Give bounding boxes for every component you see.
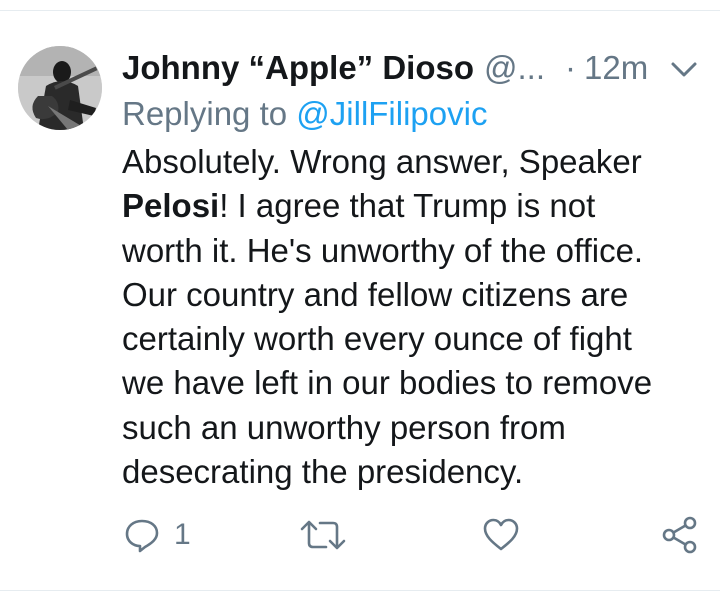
tweet-text-line: we have left in our bodies to remove <box>122 364 653 402</box>
tweet-text: Absolutely. Wrong answer, Speaker Pelosi… <box>122 140 712 494</box>
reply-count: 1 <box>174 518 191 551</box>
retweet-button[interactable] <box>300 510 346 560</box>
share-icon <box>662 516 697 554</box>
tweet-text-line: Our country and fellow citizens are <box>122 275 629 313</box>
replying-mention-link[interactable]: @JillFilipovic <box>296 95 487 132</box>
avatar-photo <box>18 46 102 130</box>
like-icon <box>483 518 519 551</box>
top-divider <box>0 10 720 11</box>
tweet-text-line: certainly worth every ounce of fight <box>122 320 632 358</box>
replying-prefix: Replying to <box>122 95 288 132</box>
bottom-divider <box>0 590 720 591</box>
action-bar: 1 <box>0 510 720 560</box>
tweet-card[interactable]: Johnny “Apple” Dioso @... · 12m Replying… <box>0 0 720 604</box>
avatar[interactable] <box>18 46 102 130</box>
tweet-header: Johnny “Apple” Dioso @... · 12m <box>122 44 682 92</box>
tweet-text-fragment: ! I agree that Trump is not <box>219 187 596 225</box>
replying-to-line: Replying to @JillFilipovic <box>122 92 487 136</box>
author-name[interactable]: Johnny “Apple” Dioso <box>122 44 474 92</box>
chevron-down-icon[interactable] <box>668 56 700 84</box>
retweet-icon <box>300 520 346 550</box>
tweet-text-line: worth it. He's unworthy of the office. <box>122 231 644 269</box>
tweet-text-line: Absolutely. Wrong answer, Speaker <box>122 143 642 180</box>
tweet-text-line: Pelosi! I agree that Trump is not <box>122 184 712 228</box>
share-button[interactable] <box>660 510 700 560</box>
reply-icon <box>125 519 159 553</box>
tweet-text-line: desecrating the presidency. <box>122 453 524 491</box>
tweet-text-line: such an unworthy person from <box>122 408 566 446</box>
separator-dot: · <box>565 49 577 86</box>
author-handle[interactable]: @... <box>484 44 545 92</box>
like-button[interactable] <box>482 510 520 560</box>
reply-button[interactable]: 1 <box>124 510 191 560</box>
timestamp[interactable]: 12m <box>584 44 648 92</box>
highlighted-keyword: Pelosi <box>122 187 220 225</box>
